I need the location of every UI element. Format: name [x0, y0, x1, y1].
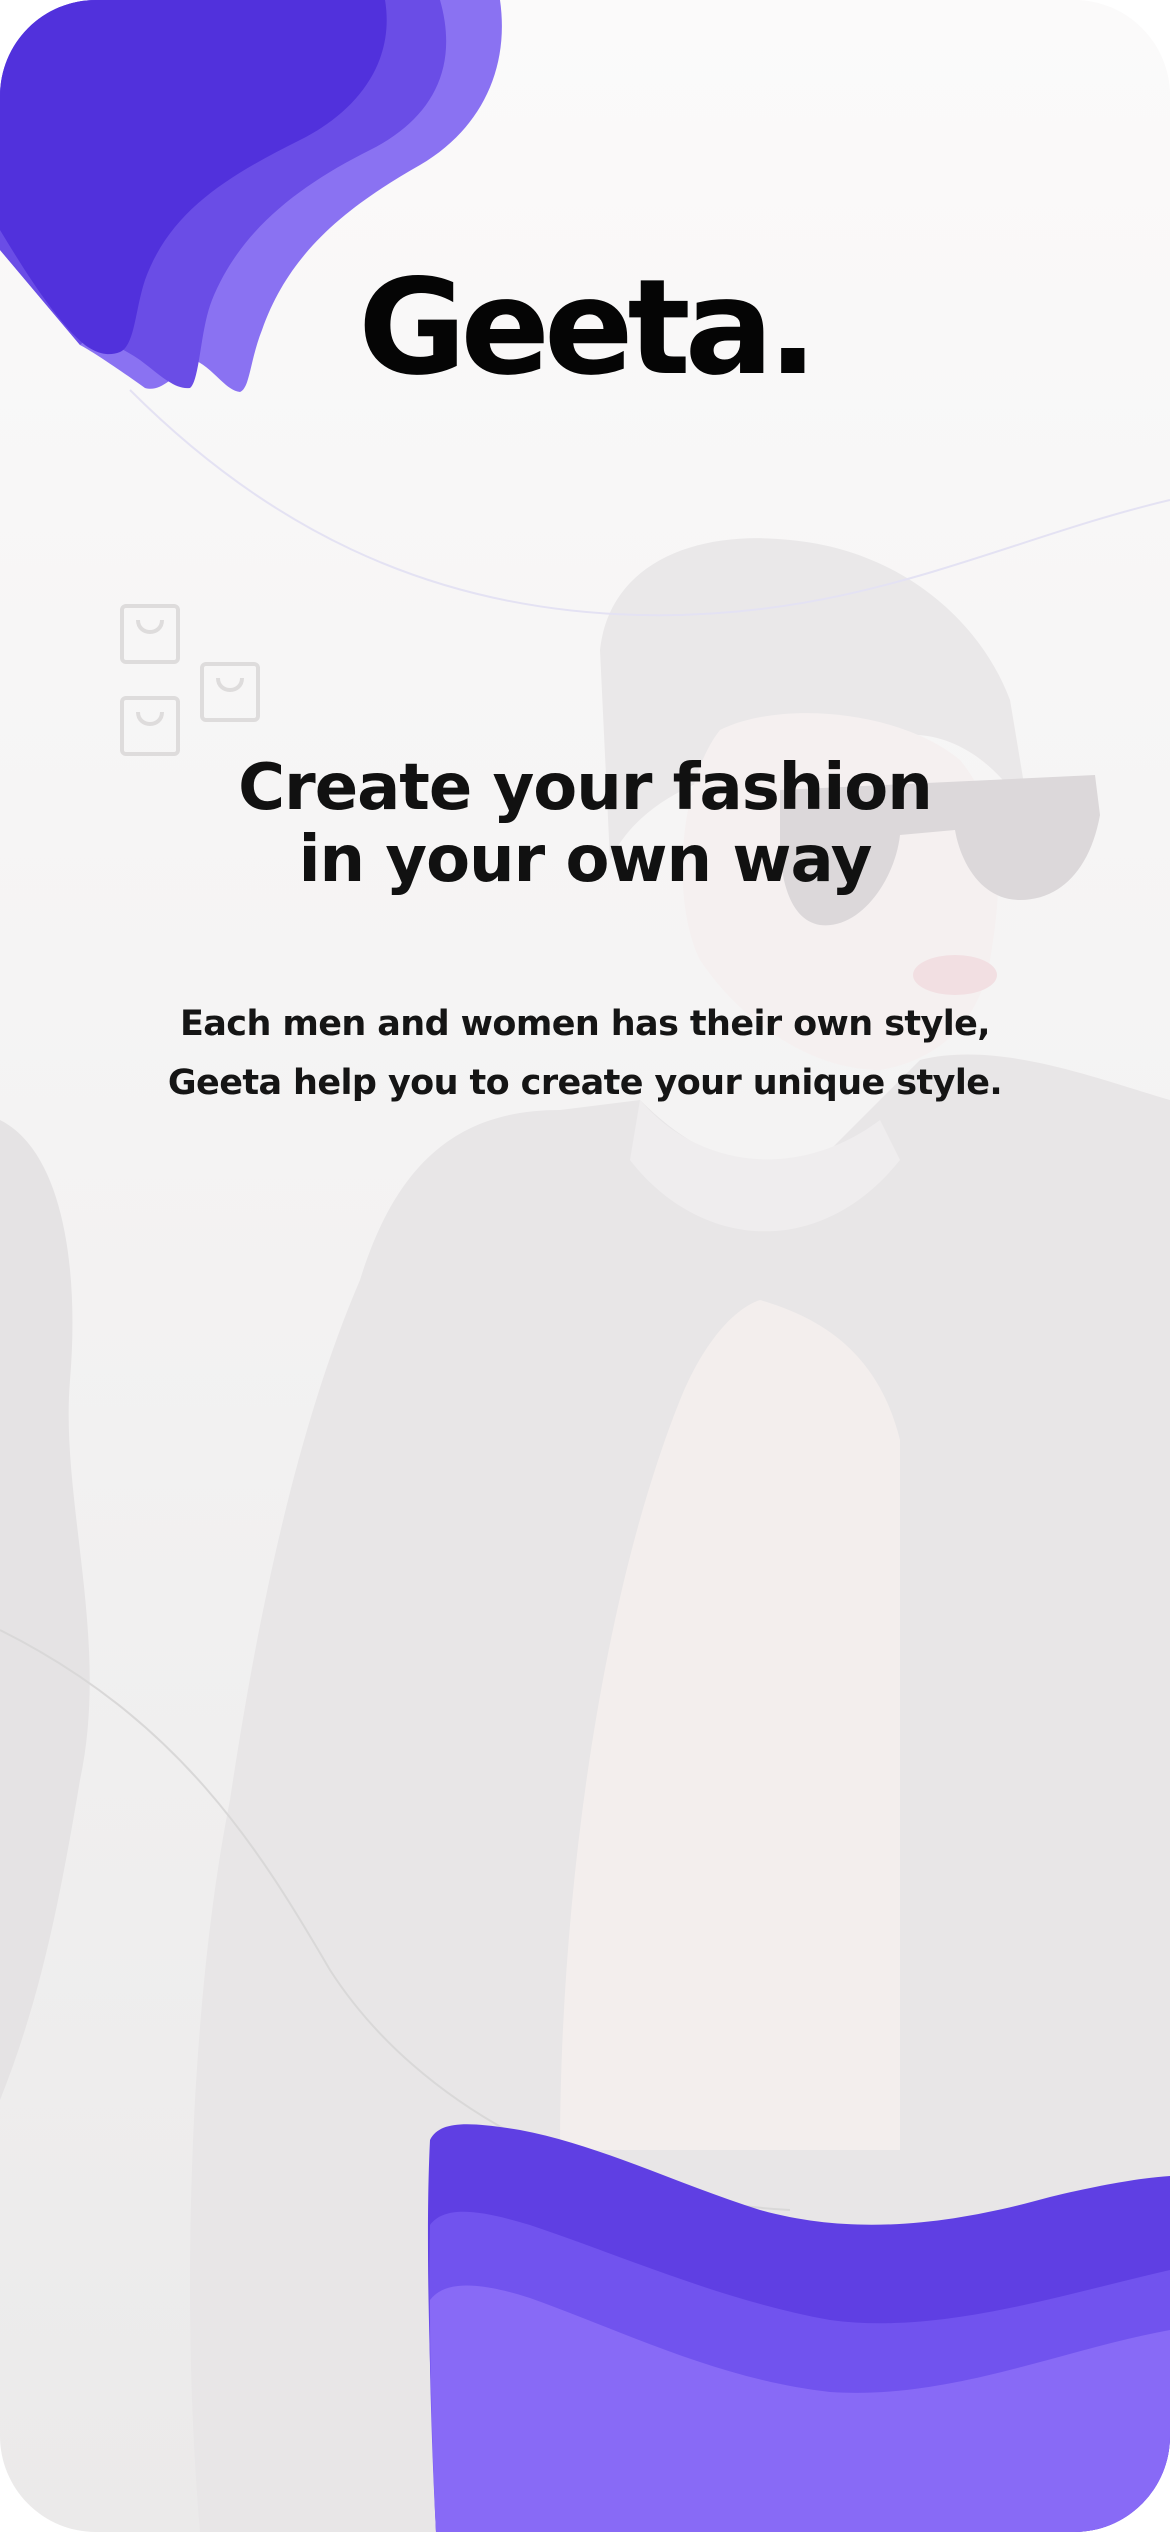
onboarding-screen: Geeta. Create your fashion in your own w…	[0, 0, 1170, 2532]
shopping-bags-decoration	[120, 604, 260, 756]
shopping-bag-icon	[200, 662, 260, 722]
onboarding-description: Each men and women has their own style, …	[167, 1004, 1003, 1103]
shopping-bag-icon	[120, 604, 180, 664]
onboarding-headline: Create your fashion in your own way	[238, 751, 933, 897]
brand-logo: Geeta.	[358, 251, 818, 405]
shopping-bag-icon	[120, 696, 180, 756]
